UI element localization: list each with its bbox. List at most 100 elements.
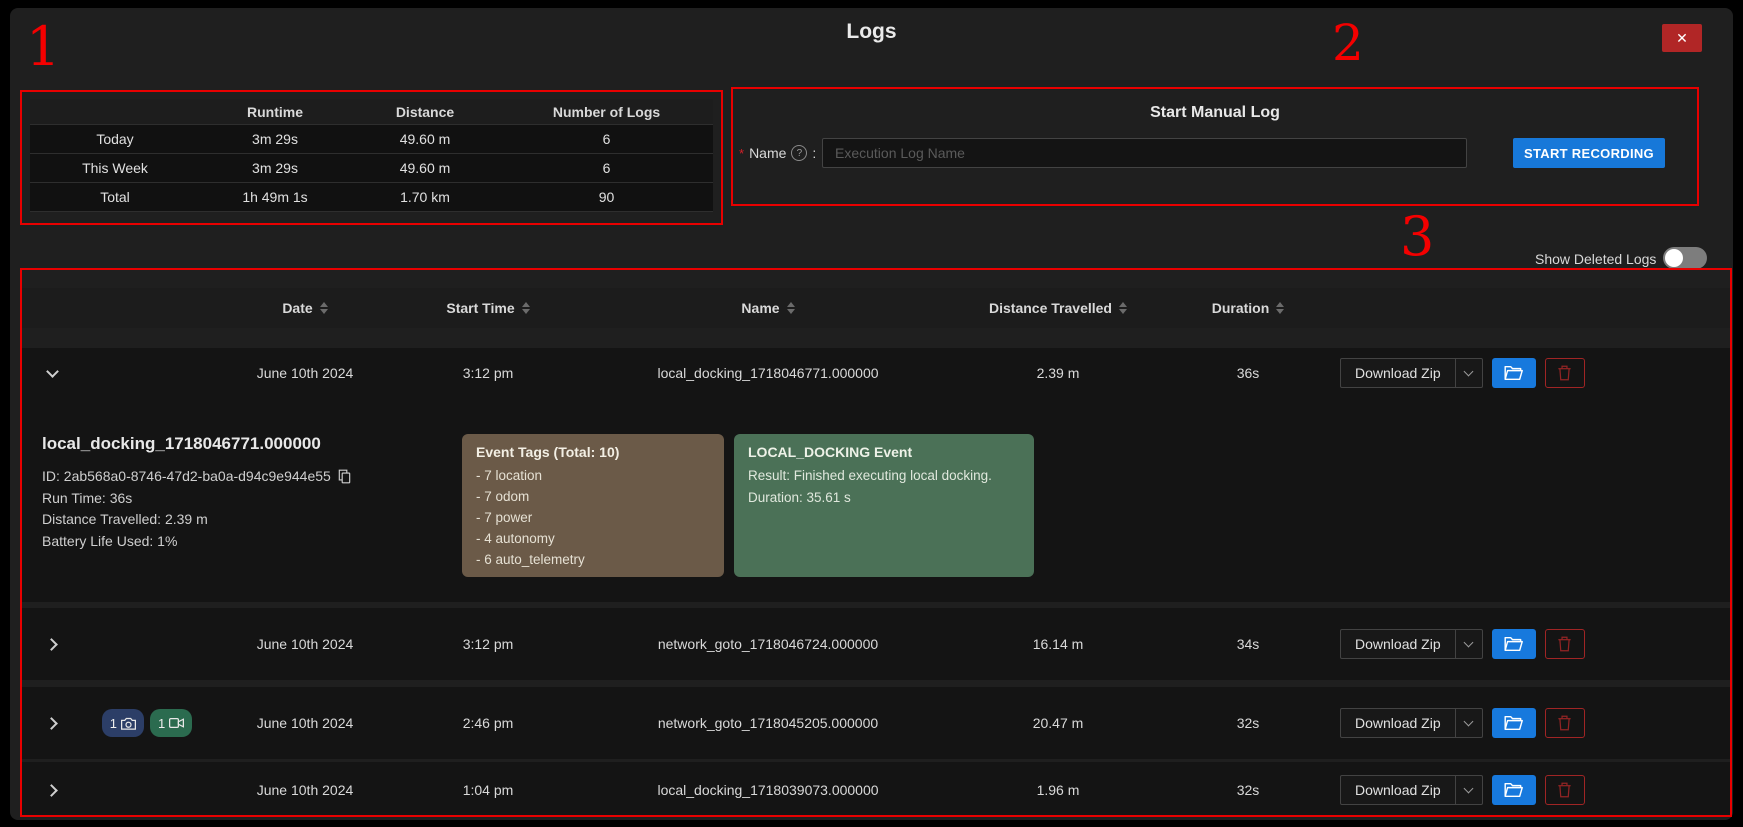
column-label: Duration xyxy=(1212,300,1270,316)
date-cell: June 10th 2024 xyxy=(212,365,398,381)
table-row: June 10th 2024 1:04 pm local_docking_171… xyxy=(22,762,1730,816)
start-time-cell: 3:12 pm xyxy=(398,636,578,652)
delete-log-button[interactable] xyxy=(1545,775,1585,805)
date-cell: June 10th 2024 xyxy=(212,782,398,798)
expand-chevron-icon[interactable] xyxy=(43,634,62,655)
date-cell: June 10th 2024 xyxy=(212,715,398,731)
folder-icon xyxy=(1504,715,1523,731)
duration-cell: 32s xyxy=(1158,715,1338,731)
open-folder-button[interactable] xyxy=(1492,358,1536,388)
stats-numlogs: 6 xyxy=(500,160,713,176)
detail-distance: Distance Travelled: 2.39 m xyxy=(42,509,462,531)
column-header-start-time[interactable]: Start Time xyxy=(398,300,578,316)
expanded-detail: local_docking_1718046771.000000 ID: 2ab5… xyxy=(22,398,1730,602)
download-zip-label: Download Zip xyxy=(1341,709,1455,737)
stats-table: Runtime Distance Number of Logs Today 3m… xyxy=(30,99,713,212)
toggle-knob xyxy=(1665,249,1683,267)
stats-numlogs: 6 xyxy=(500,131,713,147)
delete-log-button[interactable] xyxy=(1545,358,1585,388)
close-button[interactable]: ✕ xyxy=(1662,24,1702,52)
stats-runtime: 1h 49m 1s xyxy=(200,189,350,205)
video-count-badge: 1 xyxy=(150,709,192,737)
download-zip-select[interactable]: Download Zip xyxy=(1340,708,1483,738)
stats-distance: 49.60 m xyxy=(350,160,500,176)
event-title: LOCAL_DOCKING Event xyxy=(748,444,1020,460)
show-deleted-toggle[interactable] xyxy=(1663,247,1707,269)
column-label: Start Time xyxy=(446,300,514,316)
start-recording-button[interactable]: START RECORDING xyxy=(1513,138,1665,168)
stats-row-week: This Week 3m 29s 49.60 m 6 xyxy=(30,154,713,183)
column-label: Name xyxy=(741,300,779,316)
open-folder-button[interactable] xyxy=(1492,708,1536,738)
manual-log-title: Start Manual Log xyxy=(731,104,1699,122)
delete-log-button[interactable] xyxy=(1545,629,1585,659)
download-zip-label: Download Zip xyxy=(1341,776,1455,804)
sort-icon xyxy=(1119,302,1127,314)
logs-table-header: Date Start Time Name Distance Travelled … xyxy=(22,288,1730,328)
copy-id-button[interactable] xyxy=(338,469,351,484)
collapse-chevron-icon[interactable] xyxy=(42,365,63,382)
event-tag-item: - 7 power xyxy=(476,507,710,528)
start-time-cell: 2:46 pm xyxy=(398,715,578,731)
event-tag-item: - 7 location xyxy=(476,465,710,486)
photo-count: 1 xyxy=(110,716,117,731)
stats-header-numlogs: Number of Logs xyxy=(500,104,713,120)
label-colon: : xyxy=(812,145,816,161)
camera-icon xyxy=(121,717,136,730)
row-actions: Download Zip xyxy=(1340,358,1585,388)
column-header-date[interactable]: Date xyxy=(212,300,398,316)
download-zip-select[interactable]: Download Zip xyxy=(1340,358,1483,388)
download-zip-select[interactable]: Download Zip xyxy=(1340,629,1483,659)
sort-icon xyxy=(320,302,328,314)
docking-event-card: LOCAL_DOCKING Event Result: Finished exe… xyxy=(734,434,1034,577)
column-header-name[interactable]: Name xyxy=(578,300,958,316)
name-label-text: Name xyxy=(749,145,786,161)
stats-header-distance: Distance xyxy=(350,104,500,120)
page-title: Logs xyxy=(0,20,1743,44)
copy-icon xyxy=(338,469,351,484)
chevron-down-icon xyxy=(1456,776,1482,804)
open-folder-button[interactable] xyxy=(1492,775,1536,805)
name-field-label: * Name ? : xyxy=(739,138,816,168)
stats-runtime: 3m 29s xyxy=(200,160,350,176)
open-folder-button[interactable] xyxy=(1492,629,1536,659)
start-time-cell: 3:12 pm xyxy=(398,365,578,381)
event-tags-card: Event Tags (Total: 10) - 7 location - 7 … xyxy=(462,434,724,577)
date-cell: June 10th 2024 xyxy=(212,636,398,652)
event-result: Result: Finished executing local docking… xyxy=(748,465,1020,487)
stats-runtime: 3m 29s xyxy=(200,131,350,147)
stats-distance: 49.60 m xyxy=(350,131,500,147)
photo-count-badge: 1 xyxy=(102,709,144,737)
expand-chevron-icon[interactable] xyxy=(43,780,62,801)
row-actions: Download Zip xyxy=(1340,629,1585,659)
chevron-down-icon xyxy=(1456,709,1482,737)
stats-label: This Week xyxy=(30,160,200,176)
event-tag-item: - 6 auto_telemetry xyxy=(476,549,710,570)
stats-header-row: Runtime Distance Number of Logs xyxy=(30,99,713,125)
show-deleted-label: Show Deleted Logs xyxy=(1535,251,1656,267)
chevron-down-icon xyxy=(1456,630,1482,658)
detail-battery: Battery Life Used: 1% xyxy=(42,531,462,553)
delete-log-button[interactable] xyxy=(1545,708,1585,738)
required-asterisk: * xyxy=(739,146,744,161)
expand-chevron-icon[interactable] xyxy=(43,713,62,734)
download-zip-select[interactable]: Download Zip xyxy=(1340,775,1483,805)
detail-title: local_docking_1718046771.000000 xyxy=(42,434,462,454)
column-label: Distance Travelled xyxy=(989,300,1112,316)
logs-table: Date Start Time Name Distance Travelled … xyxy=(22,270,1730,816)
duration-cell: 32s xyxy=(1158,782,1338,798)
log-name-input[interactable] xyxy=(822,138,1467,168)
trash-icon xyxy=(1557,636,1572,652)
download-zip-label: Download Zip xyxy=(1341,630,1455,658)
start-time-cell: 1:04 pm xyxy=(398,782,578,798)
distance-cell: 20.47 m xyxy=(958,715,1158,731)
event-tag-item: - 4 autonomy xyxy=(476,528,710,549)
folder-icon xyxy=(1504,365,1523,381)
video-camera-icon xyxy=(169,717,184,729)
download-zip-label: Download Zip xyxy=(1341,359,1455,387)
name-cell: local_docking_1718039073.000000 xyxy=(578,782,958,798)
column-header-duration[interactable]: Duration xyxy=(1158,300,1338,316)
column-header-distance[interactable]: Distance Travelled xyxy=(958,300,1158,316)
stats-label: Total xyxy=(30,189,200,205)
column-label: Date xyxy=(282,300,312,316)
